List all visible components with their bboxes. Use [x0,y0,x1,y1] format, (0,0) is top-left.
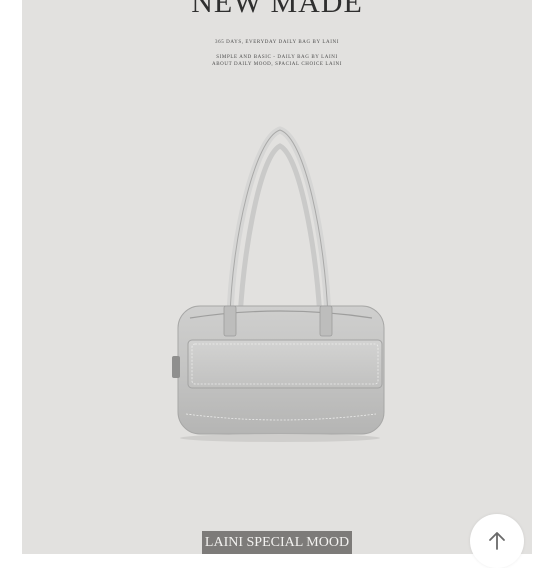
description-line-2: ABOUT DAILY MOOD, SPACIAL CHOICE LAINI [212,62,342,67]
handbag-illustration [172,126,385,442]
description-line-1: SIMPLE AND BASIC - DAILY BAG BY LAINI [216,55,338,60]
scroll-to-top-button[interactable] [470,514,524,568]
headline: NEW MADE [191,0,363,19]
handbag-image [160,118,400,448]
arrow-up-icon [489,532,505,550]
promo-badge: LAINI SPECIAL MOOD [202,531,352,554]
tagline: 365 DAYS, EVERYDAY DAILY BAG BY LAINI [215,40,339,45]
